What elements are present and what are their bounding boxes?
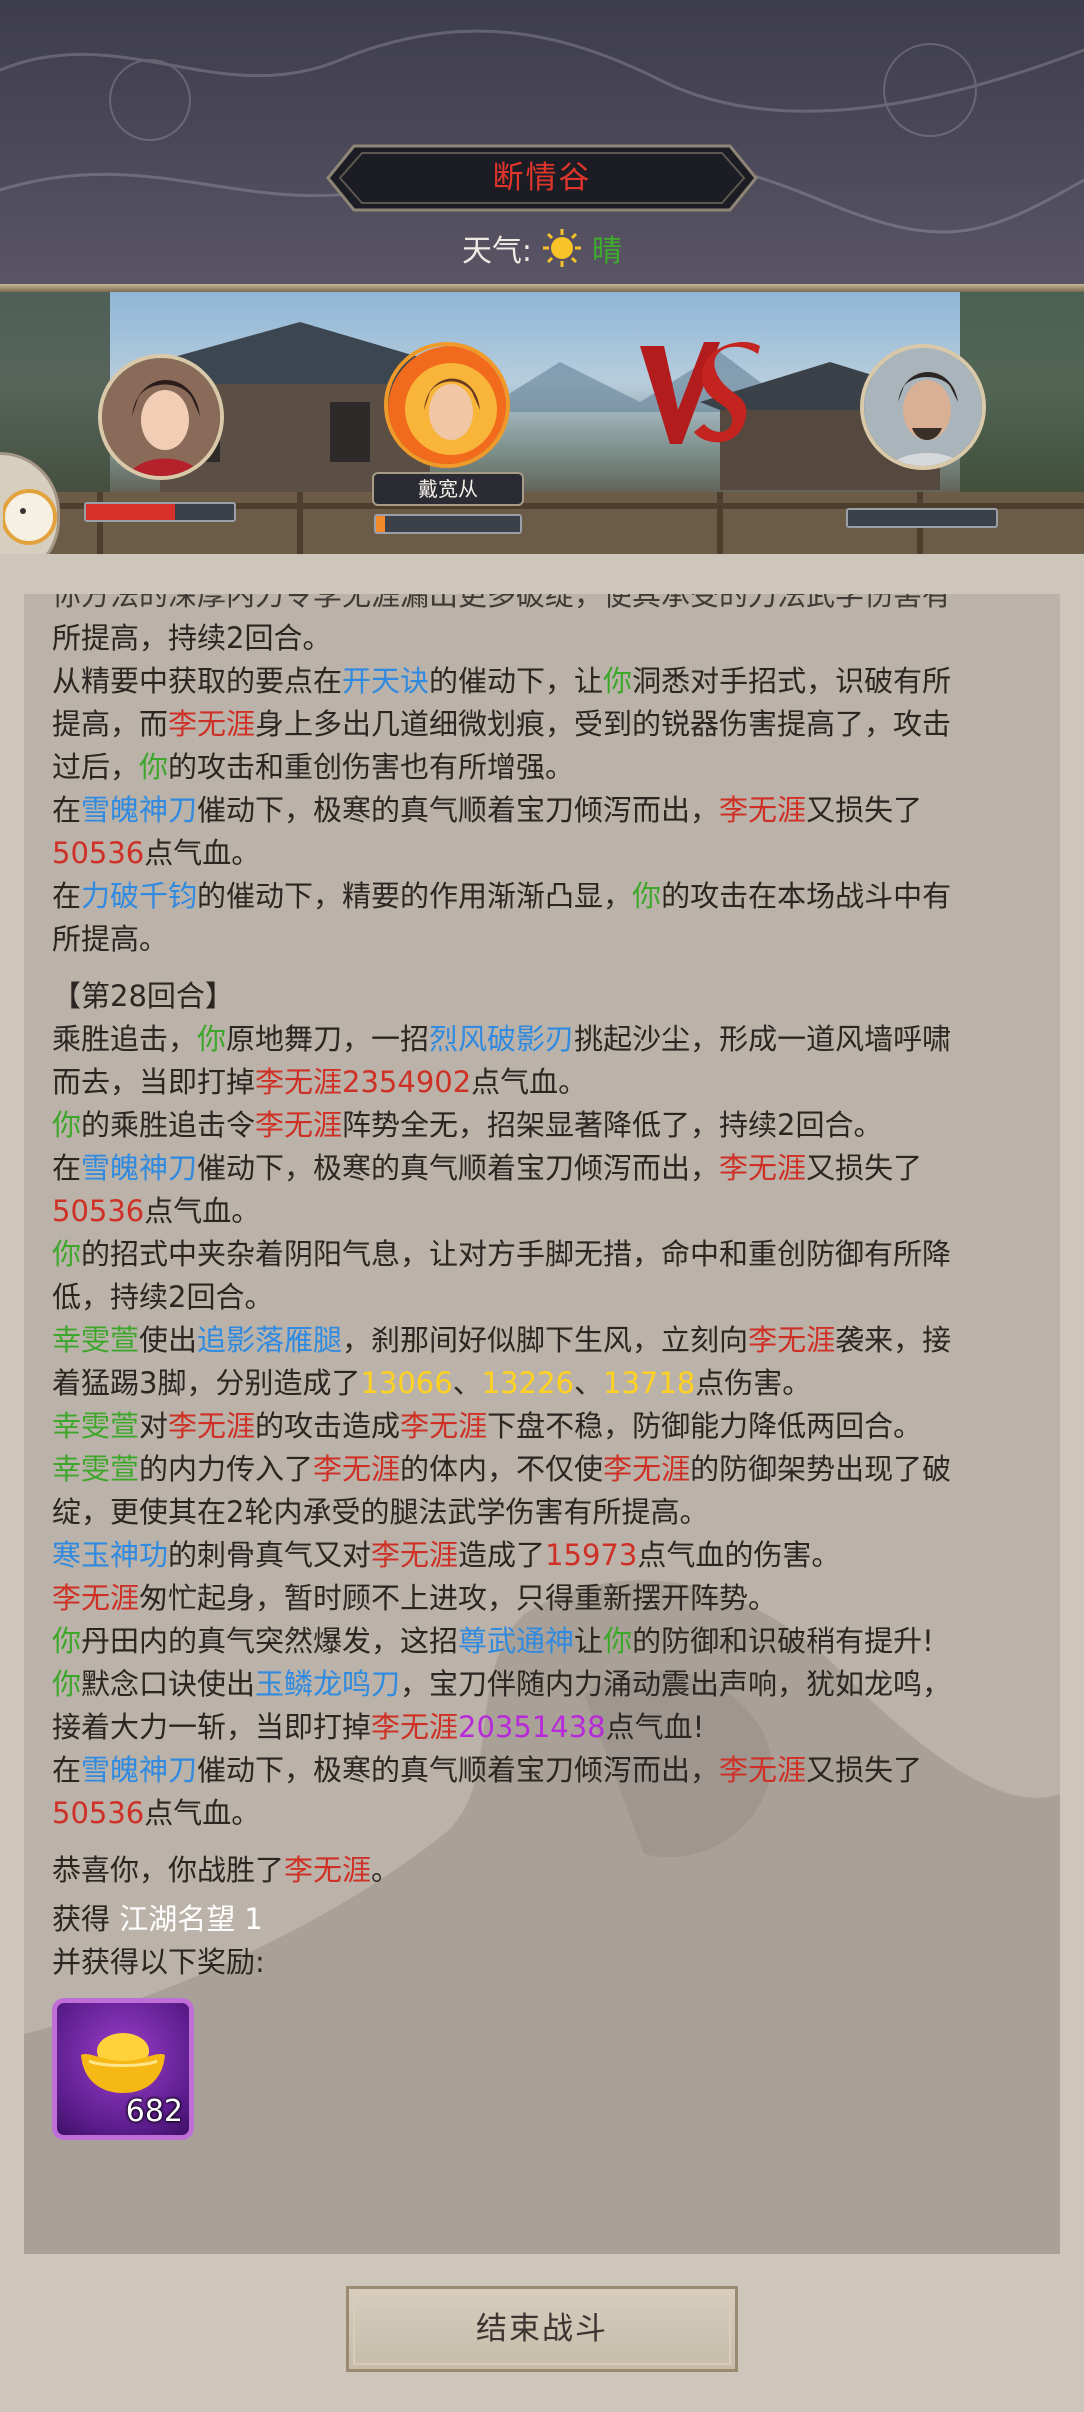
player-avatar[interactable] [384,342,510,468]
log-line: 在雪魄神刀催动下，极寒的真气顺着宝刀倾泻而出，李无涯又损失了 [52,1151,923,1185]
log-line: 所提高，持续2回合。 [52,621,332,655]
log-line: 低，持续2回合。 [52,1280,274,1314]
location-header: 断情谷 天气: 晴 [0,0,1084,292]
player-hp-bar [374,514,522,534]
log-line: 过后，你的攻击和重创伤害也有所增强。 [52,750,575,784]
sun-icon [542,228,582,268]
header-border [0,284,1084,292]
location-name: 断情谷 [492,160,592,196]
log-line: 你默念口诀使出玉鳞龙鸣刀，宝刀伴随内力涌动震出声响，犹如龙鸣， [52,1667,952,1701]
end-battle-button[interactable]: 结束战斗 [346,2286,738,2372]
log-line: 幸雯萱使出追影落雁腿，刹那间好似脚下生风，立刻向李无涯袭来，接 [52,1323,952,1357]
weather-value: 晴 [592,234,623,269]
log-line: 在力破千钧的催动下，精要的作用渐渐凸显，你的攻击在本场战斗中有 [52,879,952,913]
ally-hp-fill [86,504,175,520]
weather-row: 天气: 晴 [0,222,1084,274]
log-line: 50536点气血。 [52,1194,261,1228]
log-line: 李无涯匆忙起身，暂时顾不上进攻，只得重新摆开阵势。 [52,1581,778,1615]
ally-avatar[interactable] [98,354,224,480]
battle-log-text: 你方法的深厚内力令李无涯漏出更多破绽，使其承受的刀法武学伤害有 所提高，持续2回… [52,594,1042,2140]
vs-icon [640,341,760,444]
log-line: 绽，更使其在2轮内承受的腿法武学伤害有所提高。 [52,1495,709,1529]
location-plate: 断情谷 [326,144,758,212]
weather-label: 天气: [461,234,533,269]
gain-line: 获得 江湖名望 1 [52,1902,263,1936]
log-line: 50536点气血。 [52,836,261,870]
log-line: 你的招式中夹杂着阴阳气息，让对方手脚无措，命中和重创防御有所降 [52,1237,952,1271]
log-line: 所提高。 [52,922,169,956]
player-hp-fill [376,516,385,532]
battle-scene: 戴宽从 [0,292,1084,554]
log-line: 你丹田内的真气突然爆发，这招尊武通神让你的防御和识破稍有提升! [52,1624,934,1658]
log-line: 幸雯萱对李无涯的攻击造成李无涯下盘不稳，防御能力降低两回合。 [52,1409,923,1443]
log-line: 你方法的深厚内力令李无涯漏出更多破绽，使其承受的刀法武学伤害有 [52,594,952,612]
log-line: 从精要中获取的要点在开天诀的催动下，让你洞悉对手招式，识破有所 [52,664,952,698]
enemy-hp-bar [846,508,998,528]
log-line: 着猛踢3脚，分别造成了13066、13226、13718点伤害。 [52,1366,812,1400]
log-line: 在雪魄神刀催动下，极寒的真气顺着宝刀倾泻而出，李无涯又损失了 [52,1753,923,1787]
log-line: 寒玉神功的刺骨真气又对李无涯造成了15973点气血的伤害。 [52,1538,841,1572]
battle-log-panel[interactable]: 你方法的深厚内力令李无涯漏出更多破绽，使其承受的刀法武学伤害有 所提高，持续2回… [24,594,1060,2254]
log-line: 你的乘胜追击令李无涯阵势全无，招架显著降低了，持续2回合。 [52,1108,883,1142]
ally-hp-bar [84,502,236,522]
victory-line: 恭喜你，你战胜了李无涯。 [52,1853,401,1887]
player-name-tag: 戴宽从 [372,472,524,506]
enemy-avatar[interactable] [860,344,986,470]
round-header: 【第28回合】 [52,979,234,1013]
log-line: 而去，当即打掉李无涯2354902点气血。 [52,1065,588,1099]
log-line: 接着大力一斩，当即打掉李无涯20351438点气血! [52,1710,705,1744]
reward-item-gold-ingot[interactable]: 682 [52,1998,194,2140]
log-line: 在雪魄神刀催动下，极寒的真气顺着宝刀倾泻而出，李无涯又损失了 [52,793,923,827]
log-line: 幸雯萱的内力传入了李无涯的体内，不仅使李无涯的防御架势出现了破 [52,1452,952,1486]
reward-intro: 并获得以下奖励: [52,1945,265,1979]
log-line: 乘胜追击，你原地舞刀，一招烈风破影刃挑起沙尘，形成一道风墙呼啸 [52,1022,952,1056]
log-line: 提高，而李无涯身上多出几道细微划痕，受到的锐器伤害提高了，攻击 [52,707,952,741]
reward-count: 682 [125,2094,183,2129]
log-line: 50536点气血。 [52,1796,261,1830]
